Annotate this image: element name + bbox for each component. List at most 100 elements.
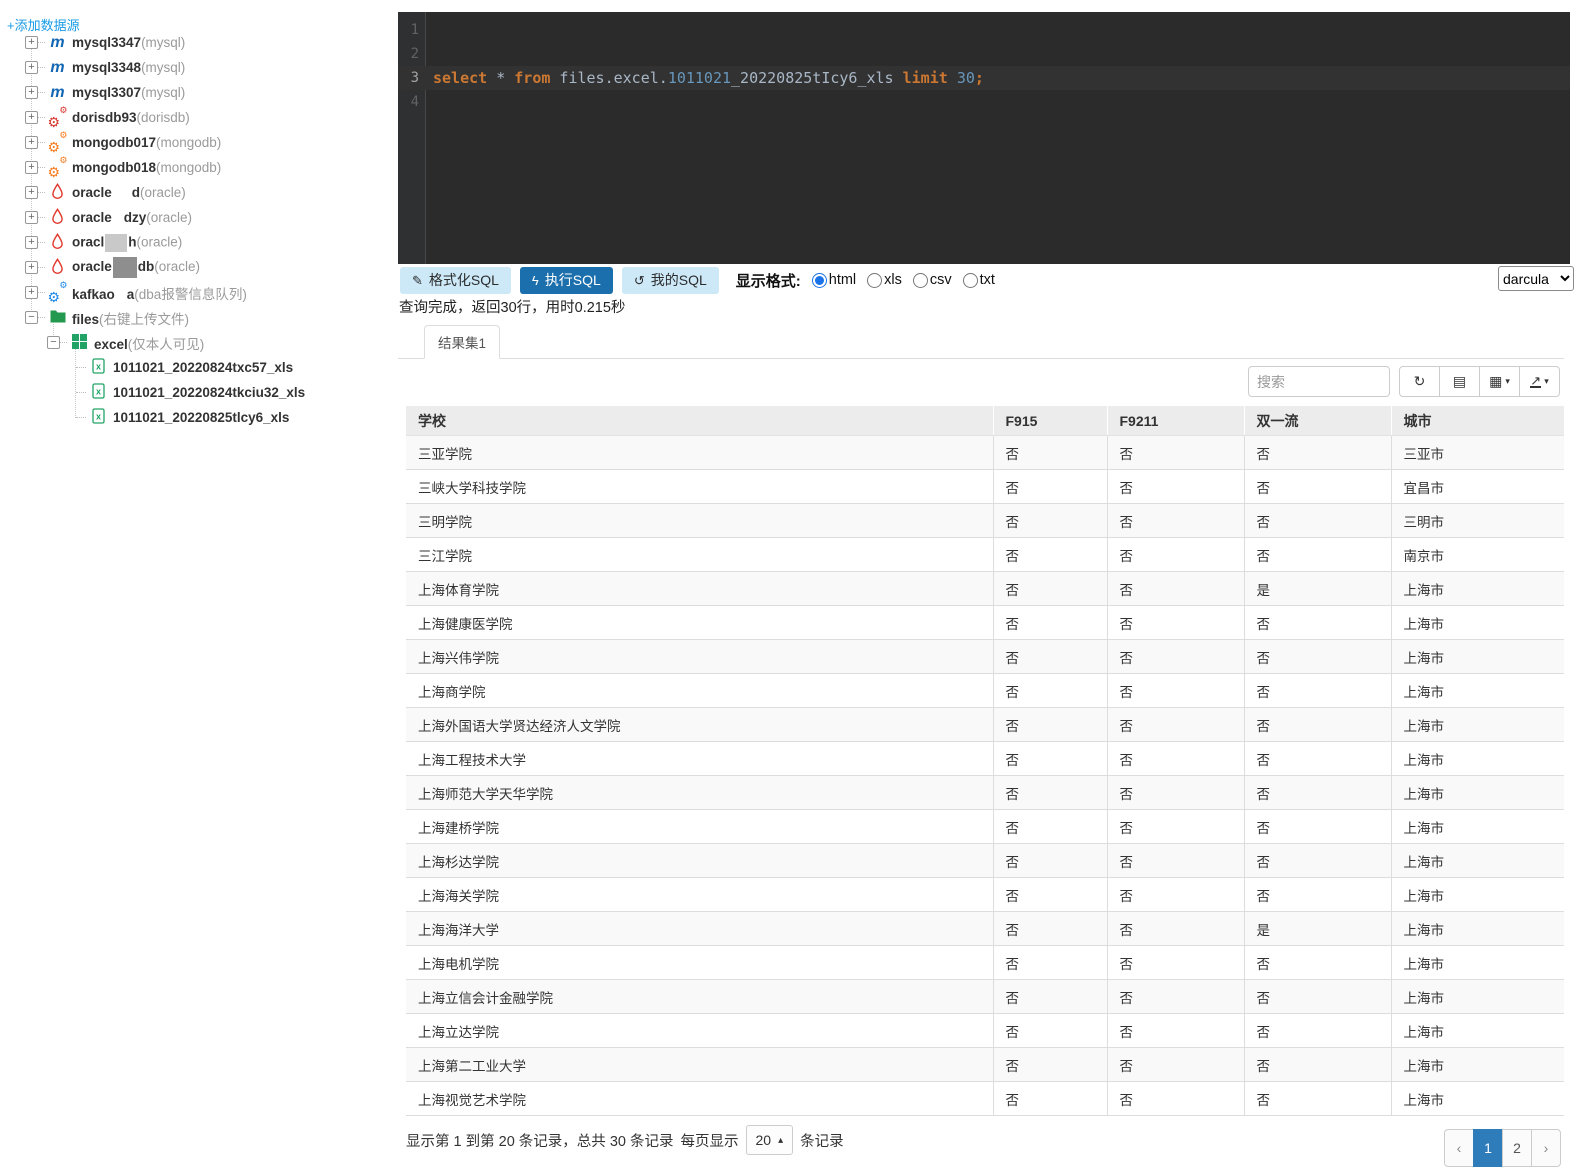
table-row[interactable]: 上海工程技术大学否否否上海市	[406, 741, 1564, 776]
table-row[interactable]: 三明学院否否否三明市	[406, 503, 1564, 538]
table-row[interactable]: 上海健康医学院否否否上海市	[406, 605, 1564, 640]
table-row[interactable]: 上海体育学院否否是上海市	[406, 571, 1564, 606]
table-row[interactable]: 上海师范大学天华学院否否否上海市	[406, 775, 1564, 810]
tree-item-1011021_20220825tlcy6_xls[interactable]: x 1011021_20220825tlcy6_xls	[0, 405, 398, 430]
search-input[interactable]	[1248, 366, 1390, 397]
table-row[interactable]: 上海商学院否否否上海市	[406, 673, 1564, 708]
table-row[interactable]: 上海兴伟学院否否否上海市	[406, 639, 1564, 674]
column-header-F9211: F9211	[1106, 406, 1244, 436]
format-sql-button[interactable]: ✎ 格式化SQL	[400, 266, 511, 294]
column-header-F915: F915	[992, 406, 1107, 436]
tree-item-mysql3348[interactable]: + m mysql3348(mysql)	[0, 55, 398, 80]
prev-page-button[interactable]: ‹	[1444, 1129, 1474, 1167]
tree-item-oracle[interactable]: + oracle dzy(oracle)	[0, 205, 398, 230]
format-radio-input-csv[interactable]	[912, 272, 928, 288]
format-radio-xls[interactable]: xls	[867, 272, 902, 288]
tree-item-type: (mongodb)	[156, 160, 222, 175]
table-cell: 否	[992, 911, 1107, 946]
expand-toggle[interactable]: +	[25, 286, 38, 299]
table-row[interactable]: 上海电机学院否否否上海市	[406, 945, 1564, 980]
table-row[interactable]: 上海海洋大学否否是上海市	[406, 911, 1564, 946]
table-row[interactable]: 上海立达学院否否否上海市	[406, 1013, 1564, 1048]
tree-item-files[interactable]: − files(右键上传文件)	[0, 305, 398, 330]
table-cell: 上海市	[1390, 673, 1564, 708]
table-row[interactable]: 上海建桥学院否否否上海市	[406, 809, 1564, 844]
expand-toggle[interactable]: +	[25, 111, 38, 124]
table-cell: 三江学院	[406, 537, 993, 572]
page-2-button[interactable]: 2	[1502, 1129, 1532, 1167]
columns-button[interactable]: ▦ ▾	[1479, 366, 1520, 397]
collapse-toggle[interactable]: −	[25, 311, 38, 324]
refresh-button[interactable]: ↻	[1399, 366, 1440, 397]
format-radio-html[interactable]: html	[811, 272, 856, 288]
expand-toggle[interactable]: +	[25, 36, 38, 49]
table-row[interactable]: 上海外国语大学贤达经济人文学院否否否上海市	[406, 707, 1564, 742]
tree-item-oracle[interactable]: + oracle d(oracle)	[0, 180, 398, 205]
tree-item-mongodb017[interactable]: + ⚙ ⚙ mongodb017(mongodb)	[0, 130, 398, 155]
expand-toggle[interactable]: +	[25, 136, 38, 149]
table-row[interactable]: 上海立信会计金融学院否否否上海市	[406, 979, 1564, 1014]
expand-toggle[interactable]: +	[25, 86, 38, 99]
tree-item-oracle[interactable]: + oracle db(oracle)	[0, 255, 398, 280]
table-cell: 上海市	[1390, 639, 1564, 674]
expand-toggle[interactable]: +	[25, 211, 38, 224]
page-size-dropdown[interactable]: 20 ▴	[745, 1125, 794, 1155]
tree-item-kafkao[interactable]: + ⚙ ⚙ kafkao a(dba报警信息队列)	[0, 280, 398, 305]
table-row[interactable]: 上海海关学院否否否上海市	[406, 877, 1564, 912]
table-row[interactable]: 上海视觉艺术学院否否否上海市	[406, 1081, 1564, 1116]
format-radio-input-xls[interactable]	[867, 272, 883, 288]
tree-item-mysql3347[interactable]: + m mysql3347(mysql)	[0, 30, 398, 55]
expand-toggle[interactable]: +	[25, 61, 38, 74]
export-button[interactable]: ↗ ▾	[1519, 366, 1560, 397]
expand-toggle[interactable]: +	[25, 236, 38, 249]
table-cell: 否	[1106, 979, 1244, 1014]
table-cell: 上海市	[1390, 741, 1564, 776]
pagination-summary: 显示第 1 到第 20 条记录，总共 30 条记录 每页显示 20 ▴ 条记录	[406, 1124, 844, 1156]
expand-toggle[interactable]: +	[25, 161, 38, 174]
mysql-icon: m	[50, 33, 65, 51]
collapse-toggle[interactable]: −	[47, 336, 60, 349]
table-row[interactable]: 三江学院否否否南京市	[406, 537, 1564, 572]
next-page-button[interactable]: ›	[1531, 1129, 1561, 1167]
tree-item-mysql3307[interactable]: + m mysql3307(mysql)	[0, 80, 398, 105]
tree-item-oracl[interactable]: + oracl h(oracle)	[0, 230, 398, 255]
execute-sql-button[interactable]: ϟ 执行SQL	[519, 266, 613, 294]
format-radio-csv[interactable]: csv	[912, 272, 952, 288]
xls-file-icon: x	[92, 383, 105, 402]
expand-toggle[interactable]: +	[25, 261, 38, 274]
tree-branch-line	[38, 292, 45, 293]
sql-editor[interactable]: 1 2 3 select * from files.excel.1011021_202…	[398, 12, 1570, 264]
tree-item-name: mysql3307	[72, 85, 142, 100]
tab-result-set-1[interactable]: 结果集1	[424, 325, 501, 359]
theme-select[interactable]: darcula	[1498, 266, 1574, 291]
tree-item-1011021_20220824txc57_xls[interactable]: x 1011021_20220824txc57_xls	[0, 355, 398, 380]
format-radio-input-txt[interactable]	[962, 272, 978, 288]
toggle-view-button[interactable]: ▤	[1439, 366, 1480, 397]
my-sql-button[interactable]: ↺ 我的SQL	[621, 266, 719, 294]
page-1-button[interactable]: 1	[1473, 1129, 1503, 1167]
table-row[interactable]: 上海第二工业大学否否否上海市	[406, 1047, 1564, 1082]
tree-item-1011021_20220824tkciu32_xls[interactable]: x 1011021_20220824tkciu32_xls	[0, 380, 398, 405]
tree-item-label: mysql3307(mysql)	[72, 85, 185, 100]
tree-item-type: (mysql)	[141, 60, 186, 75]
table-row[interactable]: 三峡大学科技学院否否否宜昌市	[406, 469, 1564, 504]
tree-item-excel[interactable]: − excel(仅本人可见)	[0, 330, 398, 355]
table-cell: 三亚学院	[406, 435, 993, 470]
tree-item-mongodb018[interactable]: + ⚙ ⚙ mongodb018(mongodb)	[0, 155, 398, 180]
table-row[interactable]: 上海杉达学院否否否上海市	[406, 843, 1564, 878]
format-radio-txt[interactable]: txt	[962, 272, 995, 288]
table-row[interactable]: 三亚学院否否否三亚市	[406, 435, 1564, 470]
table-cell: 否	[1106, 673, 1244, 708]
tree-item-dorisdb93[interactable]: + ⚙ ⚙ dorisdb93(dorisdb)	[0, 105, 398, 130]
tree-item-name: 1011021_20220824txc57_xls	[113, 360, 294, 375]
format-radio-label: txt	[979, 272, 995, 288]
table-cell: 否	[1106, 707, 1244, 742]
tree-item-label: oracle dzy(oracle)	[72, 210, 192, 225]
kafka-icon: ⚙ ⚙	[47, 279, 68, 305]
table-cell: 上海市	[1390, 809, 1564, 844]
expand-toggle[interactable]: +	[25, 186, 38, 199]
format-radio-input-html[interactable]	[811, 272, 827, 288]
tree-item-label: files(右键上传文件)	[72, 308, 189, 328]
dorisdb-icon: ⚙ ⚙	[47, 104, 68, 130]
